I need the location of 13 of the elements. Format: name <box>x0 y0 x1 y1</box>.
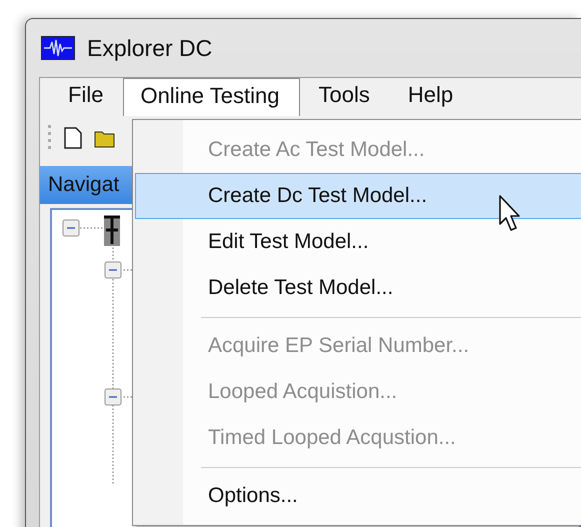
toolbar-grip-icon <box>48 125 52 151</box>
menu-option[interactable]: Delete Test Model... <box>135 265 581 311</box>
menu-option[interactable]: Options... <box>135 473 581 519</box>
menu-option[interactable]: Create Dc Test Model... <box>135 173 581 219</box>
menu-item[interactable]: File <box>50 78 124 116</box>
waveform-icon <box>41 36 75 60</box>
navigator-title: Navigat <box>48 173 120 197</box>
menu-item[interactable]: Tools <box>300 78 390 116</box>
menu-item[interactable]: Online Testing <box>123 78 300 116</box>
menu-option[interactable]: Edit Test Model... <box>135 219 581 265</box>
window-title: Explorer DC <box>87 34 212 62</box>
new-document-icon[interactable] <box>64 127 82 149</box>
menu-item[interactable]: Help <box>390 78 474 116</box>
